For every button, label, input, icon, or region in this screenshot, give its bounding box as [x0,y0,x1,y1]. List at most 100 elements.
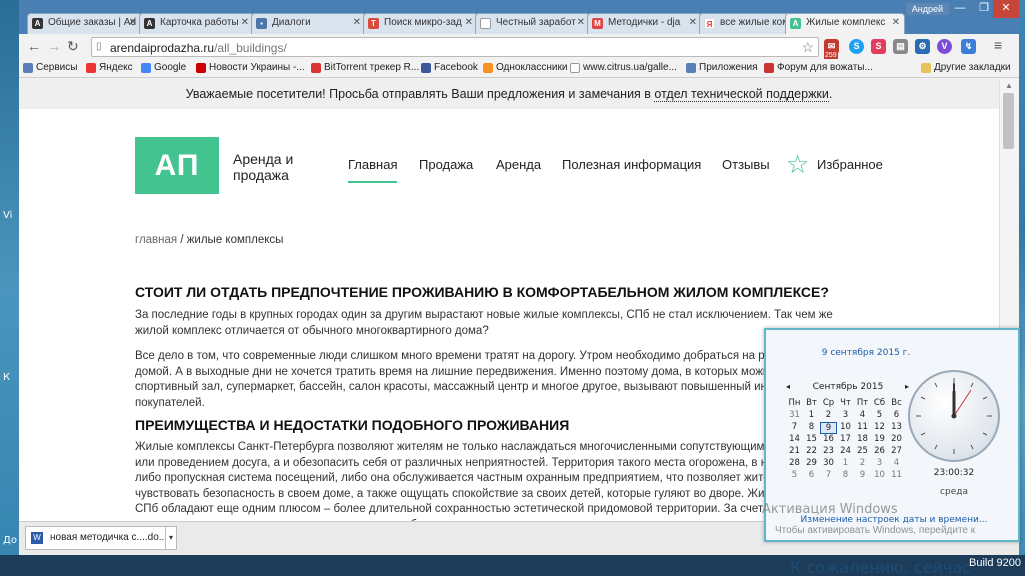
calendar-day[interactable]: 7 [820,470,837,482]
browser-tab[interactable]: T Поиск микро-зад ✕ [363,13,478,34]
bookmark-item[interactable]: Приложения [686,62,758,73]
chevron-down-icon[interactable]: ▾ [165,526,177,550]
full-date-link[interactable]: 9 сентября 2015 г. [766,348,966,358]
bookmark-item[interactable]: Сервисы [23,62,77,73]
calendar-day[interactable]: 31 [786,410,803,422]
next-month-icon[interactable]: ▸ [905,382,909,391]
nav-favorites[interactable]: Избранное [817,157,883,172]
forward-icon[interactable]: → [47,38,61,54]
extension-icon[interactable]: ↯ [961,39,976,54]
bookmark-folder[interactable]: Другие закладки [921,62,1011,73]
back-icon[interactable]: ← [27,38,41,54]
close-icon[interactable]: ✕ [353,17,361,28]
calendar-day[interactable]: 4 [854,410,871,422]
calendar-day[interactable]: 2 [820,410,837,422]
calendar-day[interactable]: 9 [820,422,837,434]
download-item[interactable]: W новая методичка с....do... [25,526,175,550]
close-icon[interactable]: ✕ [689,17,697,28]
profile-badge[interactable]: Андрей [905,3,949,15]
nav-useful-info[interactable]: Полезная информация [562,157,701,172]
close-icon[interactable]: ✕ [465,17,473,28]
calendar-day[interactable]: 28 [786,458,803,470]
browser-tab-active[interactable]: A Жилые комплекс ✕ [785,13,905,34]
calendar-day[interactable]: 7 [786,422,803,434]
calendar-day[interactable]: 21 [786,446,803,458]
minimize-icon[interactable]: — [947,0,973,18]
calendar-day[interactable]: 25 [854,446,871,458]
calendar-day[interactable]: 29 [803,458,820,470]
browser-tab[interactable]: ▪ Диалоги ✕ [251,13,366,34]
calendar-day[interactable]: 13 [888,422,905,434]
breadcrumb-home[interactable]: главная [135,234,177,246]
site-logo[interactable]: АП [135,137,219,194]
star-icon[interactable]: ☆ [786,149,809,180]
bookmark-item[interactable]: Facebook [421,62,478,73]
menu-icon[interactable]: ≡ [994,37,1002,53]
calendar-day[interactable]: 15 [803,434,820,446]
close-icon[interactable]: ✕ [892,17,900,28]
brand-name[interactable]: Аренда и продажа [233,151,323,183]
calendar-day[interactable]: 18 [854,434,871,446]
nav-reviews[interactable]: Отзывы [722,157,770,172]
browser-tab[interactable]: M Методички - dja ✕ [587,13,702,34]
close-window-icon[interactable]: ✕ [993,0,1019,18]
calendar-day[interactable]: 17 [837,434,854,446]
calendar-day[interactable]: 4 [888,458,905,470]
calendar-day[interactable]: 20 [888,434,905,446]
bookmark-item[interactable]: Google [141,62,186,73]
calendar-day[interactable]: 26 [871,446,888,458]
browser-tab[interactable]: A Карточка работы ✕ [139,13,254,34]
viber-icon[interactable]: V [937,39,952,54]
browser-tab[interactable]: Честный заработ ✕ [475,13,590,34]
bookmark-item[interactable]: Форум для вожаты... [764,62,873,73]
bookmark-star-icon[interactable]: ☆ [801,39,814,56]
calendar-day[interactable]: 9 [854,470,871,482]
scroll-thumb[interactable] [1003,93,1014,149]
bookmark-item[interactable]: Яндекс [86,62,133,73]
calendar-day[interactable]: 3 [871,458,888,470]
bookmark-item[interactable]: BitTorrent трекер R... [311,62,419,73]
nav-rent[interactable]: Аренда [496,157,541,172]
calendar-day[interactable]: 16 [820,434,837,446]
calendar-day[interactable]: 2 [854,458,871,470]
calendar-day[interactable]: 24 [837,446,854,458]
scroll-up-icon[interactable]: ▲ [1005,81,1013,90]
calendar-day[interactable]: 5 [871,410,888,422]
calendar-day[interactable]: 12 [871,422,888,434]
calendar-day[interactable]: 8 [803,422,820,434]
bookmark-item[interactable]: Одноклассники [483,62,567,73]
extension-icon[interactable]: S [871,39,886,54]
support-link[interactable]: отдел технической поддержки [654,87,829,102]
calendar-day[interactable]: 23 [820,446,837,458]
bookmark-item[interactable]: www.citrus.ua/galle... [570,62,677,73]
extension-icon[interactable]: ▤ [893,39,908,54]
calendar-day[interactable]: 10 [837,422,854,434]
calendar-day[interactable]: 6 [888,410,905,422]
desktop-icon-label[interactable]: К [3,372,10,383]
calendar-day[interactable]: 11 [888,470,905,482]
close-icon[interactable]: ✕ [241,17,249,28]
calendar-day[interactable]: 1 [803,410,820,422]
calendar-day[interactable]: 19 [871,434,888,446]
calendar-day[interactable]: 11 [854,422,871,434]
reload-icon[interactable]: ↻ [67,38,79,55]
bookmark-item[interactable]: Новости Украины -... [196,62,305,73]
skype-icon[interactable]: S [849,39,864,54]
calendar-day[interactable]: 10 [871,470,888,482]
calendar-day[interactable]: 22 [803,446,820,458]
calendar-day[interactable]: 1 [837,458,854,470]
nav-sale[interactable]: Продажа [419,157,473,172]
browser-tab[interactable]: A Общие заказы | Ad ✕ [27,13,142,34]
calendar-day[interactable]: 14 [786,434,803,446]
desktop-icon-label[interactable]: До [3,535,17,546]
calendar-day[interactable]: 5 [786,470,803,482]
close-icon[interactable]: ✕ [577,17,585,28]
close-icon[interactable]: ✕ [129,17,137,28]
calendar-day[interactable]: 8 [837,470,854,482]
address-bar[interactable]: ▯ arendaiprodazha.ru/all_buildings/ ☆ [91,37,819,57]
nav-home[interactable]: Главная [348,157,398,183]
extension-icon[interactable]: ⚙ [915,39,930,54]
calendar-day[interactable]: 27 [888,446,905,458]
desktop-icon-label[interactable]: Vi [3,210,12,221]
calendar-day[interactable]: 3 [837,410,854,422]
